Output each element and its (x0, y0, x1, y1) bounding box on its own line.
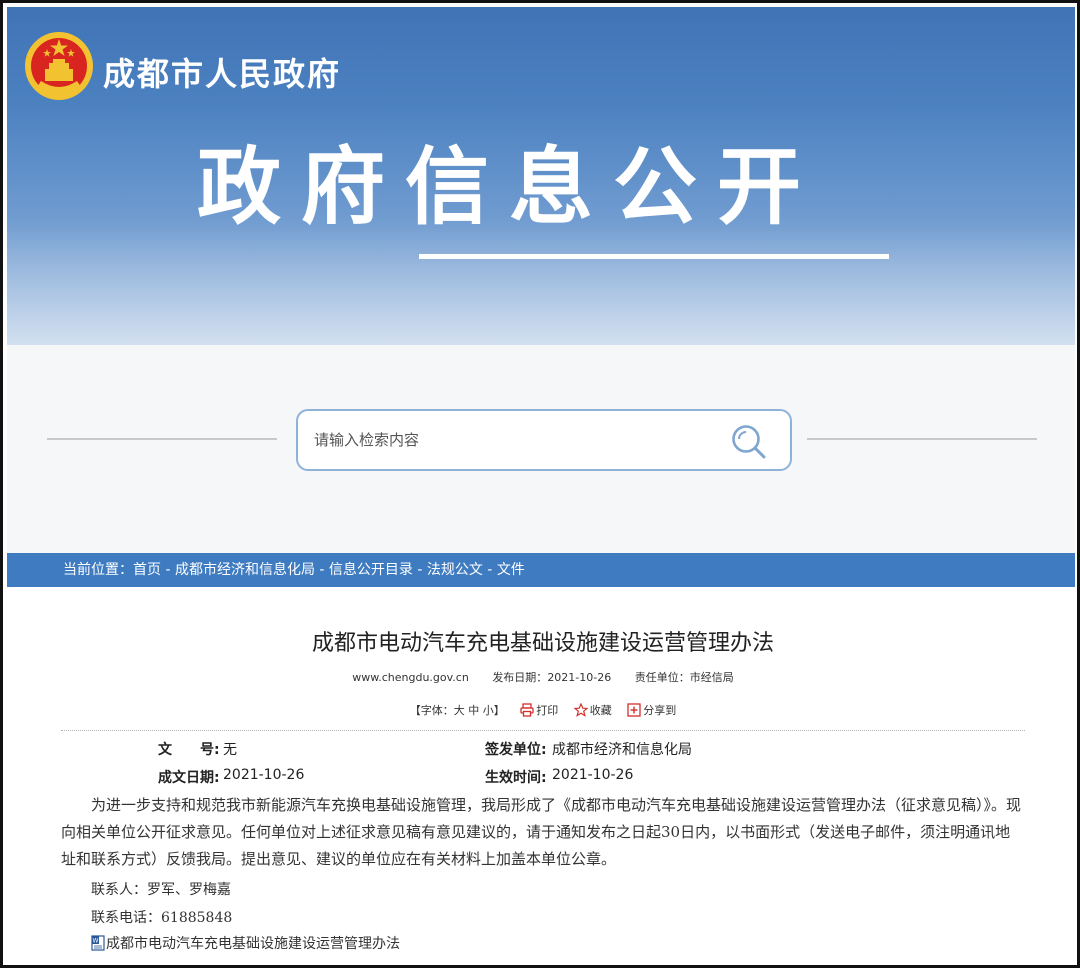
font-size-end: 】 (493, 704, 505, 717)
banner-skyline (7, 225, 1075, 345)
svg-text:W: W (93, 938, 99, 945)
doc-date-label: 成文日期: (158, 770, 220, 786)
doc-number-value: 无 (223, 742, 237, 758)
article-divider (61, 730, 1025, 731)
contact-person: 联系人：罗军、罗梅嘉 (91, 882, 231, 898)
meta-unit-label: 责任单位： (634, 671, 690, 684)
breadcrumb: 当前位置：首页 - 成都市经济和信息化局 - 信息公开目录 - 法规公文 - 文… (7, 553, 1075, 587)
breadcrumb-separator: - (161, 562, 175, 578)
attachment-link[interactable]: W 成都市电动汽车充电基础设施建设运营管理办法 (91, 933, 400, 953)
effective-value: 2021-10-26 (552, 767, 634, 783)
font-size-label: 【字体： (409, 704, 454, 717)
share-button[interactable]: 分享到 (627, 702, 676, 718)
font-small-button[interactable]: 小 (483, 704, 494, 717)
search-input[interactable] (314, 424, 704, 456)
doc-number-label: 文 号: (158, 742, 220, 758)
article-meta: www.chengdu.gov.cn 发布日期：2021-10-26 责任单位：… (3, 669, 1077, 685)
print-label: 打印 (536, 704, 559, 717)
breadcrumb-item-documents[interactable]: 文件 (497, 562, 525, 578)
government-name[interactable]: 成都市人民政府 (103, 49, 341, 95)
doc-date-value: 2021-10-26 (223, 767, 305, 783)
print-button[interactable]: 打印 (520, 702, 558, 718)
breadcrumb-separator: - (314, 562, 329, 578)
breadcrumb-item-regulations[interactable]: 法规公文 (427, 562, 483, 578)
search-left-divider (47, 438, 277, 440)
national-emblem-icon (25, 32, 93, 100)
share-label: 分享到 (643, 704, 677, 717)
word-document-icon: W (91, 935, 105, 951)
star-icon (573, 703, 588, 717)
meta-publish-label: 发布日期： (492, 671, 548, 684)
search-icon[interactable] (730, 423, 768, 461)
header-banner: 成都市人民政府 政府信息公开 (7, 7, 1075, 345)
favorite-label: 收藏 (589, 704, 612, 717)
contact-phone: 联系电话：61885848 (91, 910, 233, 926)
issuer-label: 签发单位: (485, 742, 547, 758)
meta-publish-value: 2021-10-26 (547, 671, 612, 684)
article-paragraph: 为进一步支持和规范我市新能源汽车充换电基础设施管理，我局形成了《成都市电动汽车充… (61, 796, 1022, 868)
font-size-control: 【字体：大 中 小】 (410, 702, 505, 718)
breadcrumb-prefix: 当前位置： (63, 562, 133, 578)
meta-unit: 责任单位：市经信局 (635, 671, 734, 684)
font-large-button[interactable]: 大 (454, 704, 465, 717)
search-right-divider (807, 438, 1037, 440)
banner-title: 政府信息公开 (197, 138, 822, 236)
article-title: 成都市电动汽车充电基础设施建设运营管理办法 (311, 631, 774, 656)
meta-publish-date: 发布日期：2021-10-26 (492, 671, 611, 684)
meta-unit-value: 市经信局 (689, 671, 734, 684)
meta-site: www.chengdu.gov.cn (352, 671, 469, 684)
printer-icon (520, 703, 534, 717)
issuer-value: 成都市经济和信息化局 (552, 742, 692, 758)
banner-title-underline (419, 254, 889, 259)
breadcrumb-item-bureau[interactable]: 成都市经济和信息化局 (175, 562, 315, 578)
attachment-label: 成都市电动汽车充电基础设施建设运营管理办法 (106, 936, 400, 952)
search-section (7, 345, 1075, 553)
article-tools: 【字体：大 中 小】 打印 收藏 分享到 (3, 702, 1077, 718)
breadcrumb-separator: - (482, 562, 497, 578)
effective-label: 生效时间: (485, 770, 547, 786)
breadcrumb-item-catalog[interactable]: 信息公开目录 (329, 562, 413, 578)
page-frame: 成都市人民政府 政府信息公开 当前位置：首页 - 成都市经济和信息化局 - 信息… (0, 0, 1080, 968)
search-box (296, 409, 792, 471)
font-medium-button[interactable]: 中 (468, 704, 479, 717)
share-plus-icon (627, 703, 641, 717)
favorite-button[interactable]: 收藏 (573, 702, 612, 718)
breadcrumb-item-home[interactable]: 首页 (133, 562, 161, 578)
breadcrumb-separator: - (412, 562, 427, 578)
